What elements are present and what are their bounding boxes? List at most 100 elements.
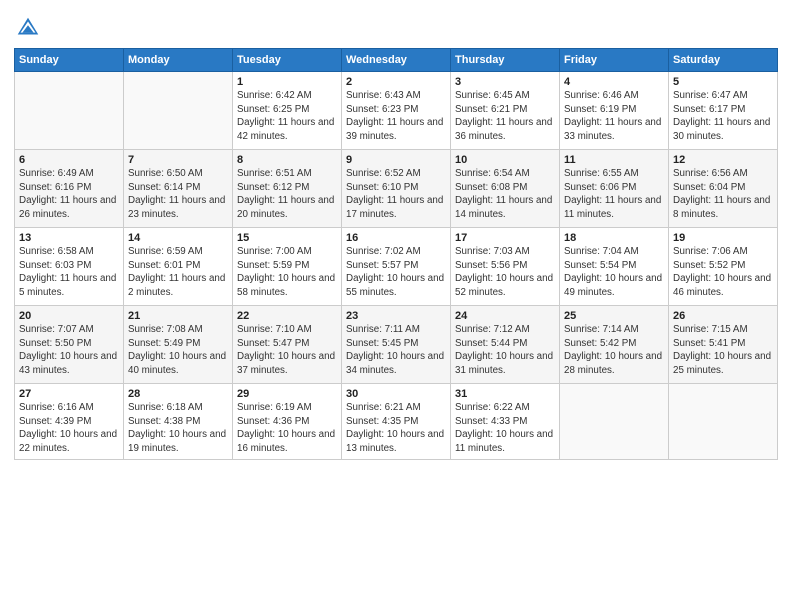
day-detail: Sunrise: 6:45 AM Sunset: 6:21 PM Dayligh… [455,89,555,143]
calendar-cell: 12Sunrise: 6:56 AM Sunset: 6:04 PM Dayli… [669,150,778,228]
day-detail: Sunrise: 6:43 AM Sunset: 6:23 PM Dayligh… [346,89,446,143]
day-detail: Sunrise: 7:00 AM Sunset: 5:59 PM Dayligh… [237,245,337,299]
day-detail: Sunrise: 7:15 AM Sunset: 5:41 PM Dayligh… [673,323,773,377]
day-detail: Sunrise: 6:46 AM Sunset: 6:19 PM Dayligh… [564,89,664,143]
week-row-3: 13Sunrise: 6:58 AM Sunset: 6:03 PM Dayli… [15,228,778,306]
weekday-header-thursday: Thursday [451,49,560,72]
day-number: 9 [346,154,446,166]
day-detail: Sunrise: 6:50 AM Sunset: 6:14 PM Dayligh… [128,167,228,221]
day-detail: Sunrise: 6:18 AM Sunset: 4:38 PM Dayligh… [128,401,228,455]
day-number: 1 [237,76,337,88]
day-number: 3 [455,76,555,88]
calendar-cell: 13Sunrise: 6:58 AM Sunset: 6:03 PM Dayli… [15,228,124,306]
week-row-1: 1Sunrise: 6:42 AM Sunset: 6:25 PM Daylig… [15,72,778,150]
day-detail: Sunrise: 6:59 AM Sunset: 6:01 PM Dayligh… [128,245,228,299]
calendar-cell: 26Sunrise: 7:15 AM Sunset: 5:41 PM Dayli… [669,306,778,384]
day-number: 11 [564,154,664,166]
day-detail: Sunrise: 7:07 AM Sunset: 5:50 PM Dayligh… [19,323,119,377]
day-number: 15 [237,232,337,244]
calendar-cell: 11Sunrise: 6:55 AM Sunset: 6:06 PM Dayli… [560,150,669,228]
calendar-cell: 5Sunrise: 6:47 AM Sunset: 6:17 PM Daylig… [669,72,778,150]
day-number: 14 [128,232,228,244]
calendar-cell: 21Sunrise: 7:08 AM Sunset: 5:49 PM Dayli… [124,306,233,384]
day-number: 7 [128,154,228,166]
calendar-cell: 28Sunrise: 6:18 AM Sunset: 4:38 PM Dayli… [124,384,233,460]
day-number: 17 [455,232,555,244]
day-detail: Sunrise: 6:16 AM Sunset: 4:39 PM Dayligh… [19,401,119,455]
day-detail: Sunrise: 6:51 AM Sunset: 6:12 PM Dayligh… [237,167,337,221]
calendar-cell: 7Sunrise: 6:50 AM Sunset: 6:14 PM Daylig… [124,150,233,228]
day-number: 16 [346,232,446,244]
calendar-cell: 31Sunrise: 6:22 AM Sunset: 4:33 PM Dayli… [451,384,560,460]
day-number: 5 [673,76,773,88]
week-row-5: 27Sunrise: 6:16 AM Sunset: 4:39 PM Dayli… [15,384,778,460]
day-number: 29 [237,388,337,400]
day-number: 26 [673,310,773,322]
day-number: 21 [128,310,228,322]
week-row-4: 20Sunrise: 7:07 AM Sunset: 5:50 PM Dayli… [15,306,778,384]
day-number: 28 [128,388,228,400]
day-detail: Sunrise: 7:03 AM Sunset: 5:56 PM Dayligh… [455,245,555,299]
calendar-cell: 14Sunrise: 6:59 AM Sunset: 6:01 PM Dayli… [124,228,233,306]
calendar-cell [124,72,233,150]
day-number: 6 [19,154,119,166]
logo [14,14,44,42]
header [14,10,778,42]
day-number: 2 [346,76,446,88]
calendar-cell: 1Sunrise: 6:42 AM Sunset: 6:25 PM Daylig… [233,72,342,150]
day-detail: Sunrise: 6:56 AM Sunset: 6:04 PM Dayligh… [673,167,773,221]
calendar-cell: 24Sunrise: 7:12 AM Sunset: 5:44 PM Dayli… [451,306,560,384]
day-number: 22 [237,310,337,322]
calendar-cell [669,384,778,460]
calendar-cell: 25Sunrise: 7:14 AM Sunset: 5:42 PM Dayli… [560,306,669,384]
calendar-cell: 9Sunrise: 6:52 AM Sunset: 6:10 PM Daylig… [342,150,451,228]
day-detail: Sunrise: 7:08 AM Sunset: 5:49 PM Dayligh… [128,323,228,377]
calendar-cell: 16Sunrise: 7:02 AM Sunset: 5:57 PM Dayli… [342,228,451,306]
day-number: 25 [564,310,664,322]
day-number: 27 [19,388,119,400]
calendar-cell [15,72,124,150]
weekday-header-saturday: Saturday [669,49,778,72]
calendar-cell: 30Sunrise: 6:21 AM Sunset: 4:35 PM Dayli… [342,384,451,460]
calendar-table: SundayMondayTuesdayWednesdayThursdayFrid… [14,48,778,460]
day-detail: Sunrise: 6:49 AM Sunset: 6:16 PM Dayligh… [19,167,119,221]
calendar-cell: 3Sunrise: 6:45 AM Sunset: 6:21 PM Daylig… [451,72,560,150]
calendar-cell [560,384,669,460]
day-number: 23 [346,310,446,322]
calendar-cell: 10Sunrise: 6:54 AM Sunset: 6:08 PM Dayli… [451,150,560,228]
day-detail: Sunrise: 6:52 AM Sunset: 6:10 PM Dayligh… [346,167,446,221]
calendar-cell: 8Sunrise: 6:51 AM Sunset: 6:12 PM Daylig… [233,150,342,228]
day-number: 12 [673,154,773,166]
day-number: 19 [673,232,773,244]
weekday-header-row: SundayMondayTuesdayWednesdayThursdayFrid… [15,49,778,72]
logo-icon [14,14,42,42]
day-number: 13 [19,232,119,244]
day-detail: Sunrise: 6:55 AM Sunset: 6:06 PM Dayligh… [564,167,664,221]
day-number: 4 [564,76,664,88]
day-detail: Sunrise: 6:54 AM Sunset: 6:08 PM Dayligh… [455,167,555,221]
calendar-cell: 22Sunrise: 7:10 AM Sunset: 5:47 PM Dayli… [233,306,342,384]
day-detail: Sunrise: 7:02 AM Sunset: 5:57 PM Dayligh… [346,245,446,299]
calendar-cell: 23Sunrise: 7:11 AM Sunset: 5:45 PM Dayli… [342,306,451,384]
day-number: 10 [455,154,555,166]
day-number: 8 [237,154,337,166]
day-detail: Sunrise: 7:04 AM Sunset: 5:54 PM Dayligh… [564,245,664,299]
day-number: 30 [346,388,446,400]
calendar-cell: 20Sunrise: 7:07 AM Sunset: 5:50 PM Dayli… [15,306,124,384]
calendar-cell: 6Sunrise: 6:49 AM Sunset: 6:16 PM Daylig… [15,150,124,228]
day-detail: Sunrise: 7:11 AM Sunset: 5:45 PM Dayligh… [346,323,446,377]
calendar-cell: 4Sunrise: 6:46 AM Sunset: 6:19 PM Daylig… [560,72,669,150]
calendar-cell: 17Sunrise: 7:03 AM Sunset: 5:56 PM Dayli… [451,228,560,306]
weekday-header-monday: Monday [124,49,233,72]
day-detail: Sunrise: 6:42 AM Sunset: 6:25 PM Dayligh… [237,89,337,143]
day-number: 31 [455,388,555,400]
day-detail: Sunrise: 7:12 AM Sunset: 5:44 PM Dayligh… [455,323,555,377]
page: SundayMondayTuesdayWednesdayThursdayFrid… [0,0,792,612]
calendar-cell: 15Sunrise: 7:00 AM Sunset: 5:59 PM Dayli… [233,228,342,306]
day-detail: Sunrise: 6:47 AM Sunset: 6:17 PM Dayligh… [673,89,773,143]
week-row-2: 6Sunrise: 6:49 AM Sunset: 6:16 PM Daylig… [15,150,778,228]
calendar-cell: 29Sunrise: 6:19 AM Sunset: 4:36 PM Dayli… [233,384,342,460]
calendar-cell: 18Sunrise: 7:04 AM Sunset: 5:54 PM Dayli… [560,228,669,306]
day-detail: Sunrise: 7:06 AM Sunset: 5:52 PM Dayligh… [673,245,773,299]
weekday-header-sunday: Sunday [15,49,124,72]
